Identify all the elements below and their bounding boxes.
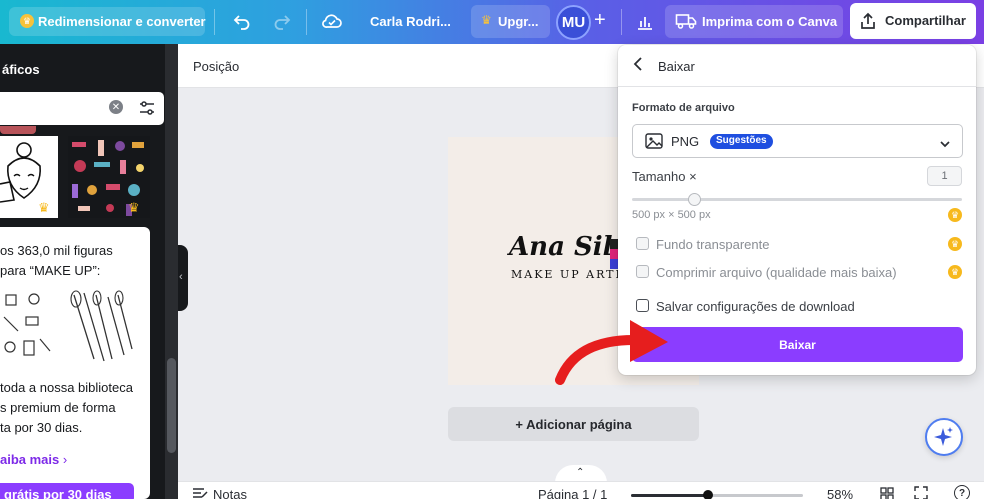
crown-icon: ♛ — [481, 13, 492, 27]
add-page-label: + Adicionar página — [515, 416, 632, 432]
size-input[interactable]: 1 — [927, 166, 962, 186]
chevron-right-icon: › — [62, 452, 68, 467]
promo-illustration-icons — [0, 289, 58, 369]
elements-panel: áficos ✕ ♛ ♛ os 363,0 mil figuras para “… — [0, 44, 178, 499]
avatar-initials: MU — [561, 14, 586, 31]
divider — [214, 9, 215, 35]
fullscreen-icon[interactable] — [914, 486, 928, 499]
bottom-bar: Notas Página 1 / 1 58% ? — [178, 481, 984, 499]
download-panel-title: Baixar — [658, 59, 695, 74]
transparent-background-label: Fundo transparente — [656, 237, 770, 252]
panel-scrollbar-thumb[interactable] — [167, 358, 176, 453]
divider — [621, 9, 622, 35]
size-slider-track[interactable] — [632, 198, 962, 201]
clear-search-icon[interactable]: ✕ — [109, 100, 123, 114]
truck-icon — [675, 12, 697, 35]
back-chevron-icon[interactable] — [632, 56, 644, 77]
size-label: Tamanho × — [632, 169, 697, 184]
compress-file-checkbox[interactable] — [636, 265, 649, 278]
free-trial-label: grátis por 30 dias — [4, 487, 112, 499]
filter-icon[interactable] — [138, 99, 156, 122]
promo-line-2: para “MAKE UP”: — [0, 263, 101, 278]
collapse-panel-handle[interactable]: ‹ — [178, 245, 188, 311]
panel-heading: áficos — [2, 62, 40, 77]
upgrade-label: Upgr... — [498, 14, 539, 29]
magic-assistant-button[interactable] — [925, 418, 963, 456]
transparent-background-checkbox[interactable] — [636, 237, 649, 250]
panel-header-divider — [618, 86, 976, 87]
sparkle-icon — [934, 426, 954, 453]
chevron-up-icon: ⌃ — [576, 467, 585, 478]
suggestions-badge: Sugestões — [710, 134, 773, 149]
position-button[interactable]: Posição — [193, 59, 239, 74]
premium-crown-icon: ♛ — [948, 237, 962, 251]
premium-crown-icon: ♛ — [948, 208, 962, 222]
share-icon — [858, 11, 878, 36]
zoom-slider-fill — [631, 494, 709, 497]
avatar[interactable]: MU — [556, 5, 591, 40]
redo-icon[interactable] — [272, 11, 292, 36]
promo-line-1: os 363,0 mil figuras — [0, 243, 113, 258]
crown-icon: ♛ — [20, 14, 34, 28]
document-title[interactable]: Carla Rodri... — [370, 14, 451, 29]
share-label: Compartilhar — [885, 13, 966, 28]
top-bar: ♛ Redimensionar e converter Carla Rodri.… — [0, 0, 984, 44]
cloud-sync-icon[interactable] — [321, 11, 343, 36]
help-icon[interactable]: ? — [954, 485, 970, 499]
divider — [306, 9, 307, 35]
free-trial-button[interactable]: grátis por 30 dias — [0, 483, 134, 499]
learn-more-link[interactable]: aiba mais › — [0, 452, 67, 467]
chevron-down-icon — [939, 136, 951, 154]
logo-subtitle-text: MAKE UP ARTI — [511, 268, 622, 281]
promo-body-3: ta por 30 dias. — [0, 420, 83, 435]
premium-crown-icon: ♛ — [128, 200, 140, 215]
add-page-button[interactable]: + Adicionar página — [448, 407, 699, 441]
notes-icon — [192, 486, 208, 499]
page-indicator[interactable]: Página 1 / 1 — [538, 487, 607, 499]
size-value: 1 — [941, 170, 948, 182]
undo-icon[interactable] — [232, 11, 252, 36]
premium-crown-icon: ♛ — [948, 265, 962, 279]
promo-body-2: s premium de forma — [0, 400, 116, 415]
analytics-icon[interactable] — [635, 12, 655, 37]
resize-convert-label: Redimensionar e converter — [38, 14, 206, 29]
promo-body-1: toda a nossa biblioteca — [0, 380, 133, 395]
image-file-icon — [645, 133, 663, 154]
download-button-label: Baixar — [779, 337, 816, 352]
promo-illustration-brushes — [66, 289, 136, 369]
zoom-slider-thumb[interactable] — [703, 490, 714, 499]
notes-button[interactable]: Notas — [213, 487, 247, 499]
plus-icon[interactable]: + — [594, 9, 606, 32]
size-dimensions-hint: 500 px × 500 px — [632, 209, 711, 221]
tag-chip — [0, 126, 36, 134]
print-with-canva-label: Imprima com o Canva — [702, 14, 838, 29]
grid-view-icon[interactable] — [880, 487, 894, 499]
annotation-arrow — [555, 320, 668, 385]
file-format-label: Formato de arquivo — [632, 102, 735, 114]
premium-crown-icon: ♛ — [38, 200, 50, 215]
compress-file-label: Comprimir arquivo (qualidade mais baixa) — [656, 265, 897, 280]
learn-more-label: aiba mais — [0, 452, 60, 467]
chevron-left-icon: ‹ — [179, 271, 183, 283]
file-format-value: PNG — [671, 134, 700, 149]
zoom-level[interactable]: 58% — [827, 487, 853, 499]
size-slider-thumb[interactable] — [688, 193, 701, 206]
